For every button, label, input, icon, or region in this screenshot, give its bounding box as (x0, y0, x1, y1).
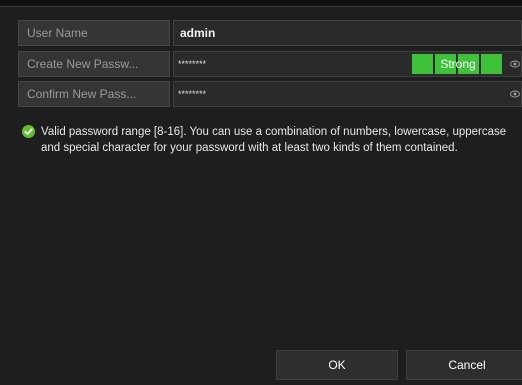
strength-label: Strong (440, 57, 476, 71)
password-hint-text: Valid password range [8-16]. You can use… (41, 126, 507, 154)
new-password-row: Create New Passw... Strong (18, 51, 522, 77)
user-name-label: User Name (18, 20, 170, 46)
change-password-dialog: User Name admin Create New Passw... Stro… (0, 0, 522, 385)
password-strength-meter: Strong (412, 54, 504, 74)
user-name-row: User Name admin (18, 20, 522, 46)
new-password-label: Create New Passw... (18, 51, 170, 77)
new-password-field-container: Strong (173, 51, 522, 77)
check-circle-icon (22, 125, 35, 138)
user-name-value: admin (173, 20, 522, 46)
eye-icon[interactable] (510, 60, 520, 68)
cancel-button[interactable]: Cancel (406, 350, 522, 380)
ok-button[interactable]: OK (276, 350, 398, 380)
confirm-password-field-container (173, 81, 522, 107)
confirm-password-label: Confirm New Pass... (18, 81, 170, 107)
confirm-password-row: Confirm New Pass... (18, 81, 522, 107)
confirm-password-input[interactable] (178, 84, 398, 104)
dialog-top-bar (0, 0, 522, 7)
eye-icon[interactable] (510, 90, 520, 98)
new-password-input[interactable] (178, 54, 398, 74)
